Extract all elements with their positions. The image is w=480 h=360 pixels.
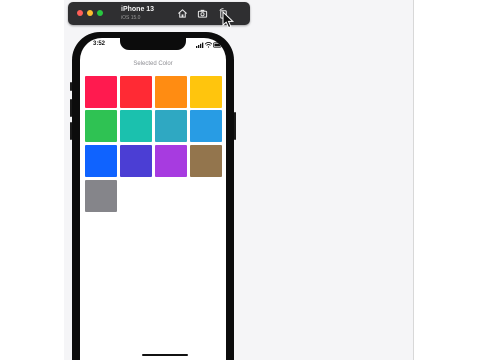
notch	[120, 38, 186, 50]
color-swatch-orange[interactable]	[155, 76, 187, 108]
color-swatch-purple[interactable]	[155, 145, 187, 177]
right-background	[414, 0, 480, 360]
power-button	[234, 112, 236, 140]
color-swatch-yellow[interactable]	[190, 76, 222, 108]
color-swatch-pink[interactable]	[85, 76, 117, 108]
color-swatch-gray[interactable]	[85, 180, 117, 212]
minimize-window-button[interactable]	[87, 10, 93, 16]
color-swatch-green[interactable]	[85, 110, 117, 142]
color-swatch-teal[interactable]	[155, 110, 187, 142]
mute-switch	[70, 82, 72, 91]
status-time: 3:52	[93, 41, 106, 47]
color-swatch-indigo[interactable]	[120, 145, 152, 177]
device-os-version: iOS 15.0	[121, 15, 141, 21]
color-swatch-brown[interactable]	[190, 145, 222, 177]
wifi-icon	[204, 42, 213, 48]
selected-color-heading: Selected Color	[133, 61, 173, 67]
color-swatch-blue[interactable]	[85, 145, 117, 177]
left-background	[0, 0, 64, 360]
device-screen: 3:52 Selected Color	[80, 38, 226, 360]
color-swatch-red[interactable]	[120, 76, 152, 108]
home-icon[interactable]	[177, 8, 188, 19]
color-swatch-mint[interactable]	[120, 110, 152, 142]
device-name: iPhone 13	[121, 6, 155, 13]
close-window-button[interactable]	[77, 10, 83, 16]
volume-down-button	[70, 122, 72, 140]
home-indicator	[142, 354, 188, 356]
color-swatch-cyan[interactable]	[190, 110, 222, 142]
status-icons	[196, 42, 222, 48]
signal-icon	[196, 42, 204, 48]
mouse-cursor-icon	[222, 11, 236, 29]
zoom-window-button[interactable]	[97, 10, 103, 16]
screenshot-icon[interactable]	[197, 8, 208, 19]
volume-up-button	[70, 99, 72, 117]
battery-icon	[213, 42, 222, 48]
